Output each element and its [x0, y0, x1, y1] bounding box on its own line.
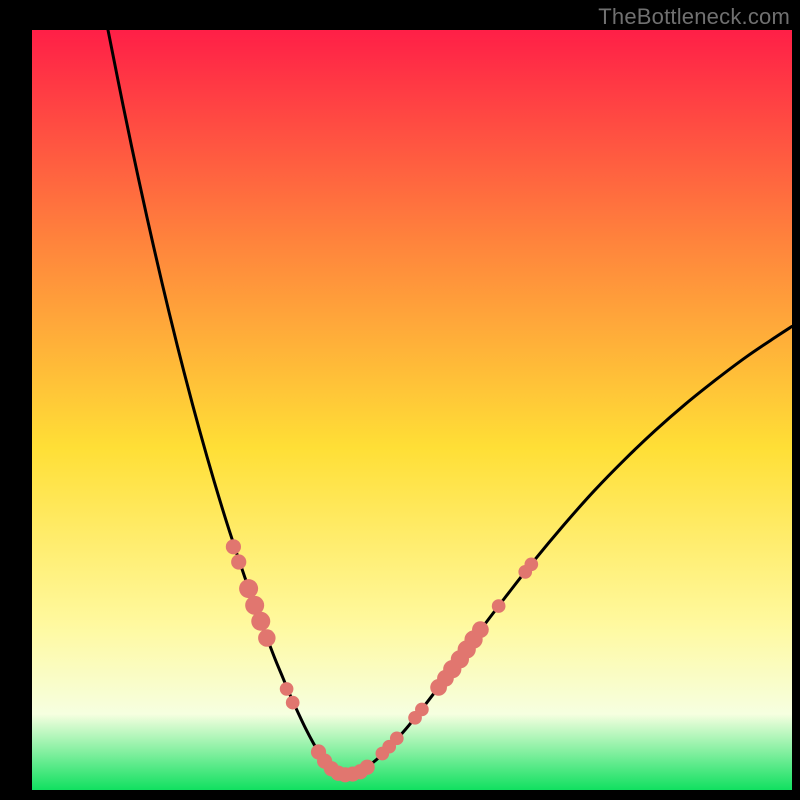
curve-marker	[239, 579, 258, 598]
curve-marker	[258, 629, 275, 646]
curve-marker	[472, 621, 489, 638]
curve-marker	[360, 760, 375, 775]
watermark-text: TheBottleneck.com	[598, 4, 790, 30]
chart-frame: TheBottleneck.com	[0, 0, 800, 800]
curve-marker	[251, 612, 270, 631]
curve-marker	[390, 731, 404, 745]
bottleneck-plot	[32, 30, 792, 790]
curve-marker	[226, 539, 241, 554]
curve-marker	[231, 554, 246, 569]
curve-marker	[492, 599, 506, 613]
curve-marker	[280, 682, 294, 696]
curve-marker	[415, 703, 429, 717]
curve-marker	[286, 696, 300, 710]
curve-marker	[524, 557, 538, 571]
plot-svg	[32, 30, 792, 790]
